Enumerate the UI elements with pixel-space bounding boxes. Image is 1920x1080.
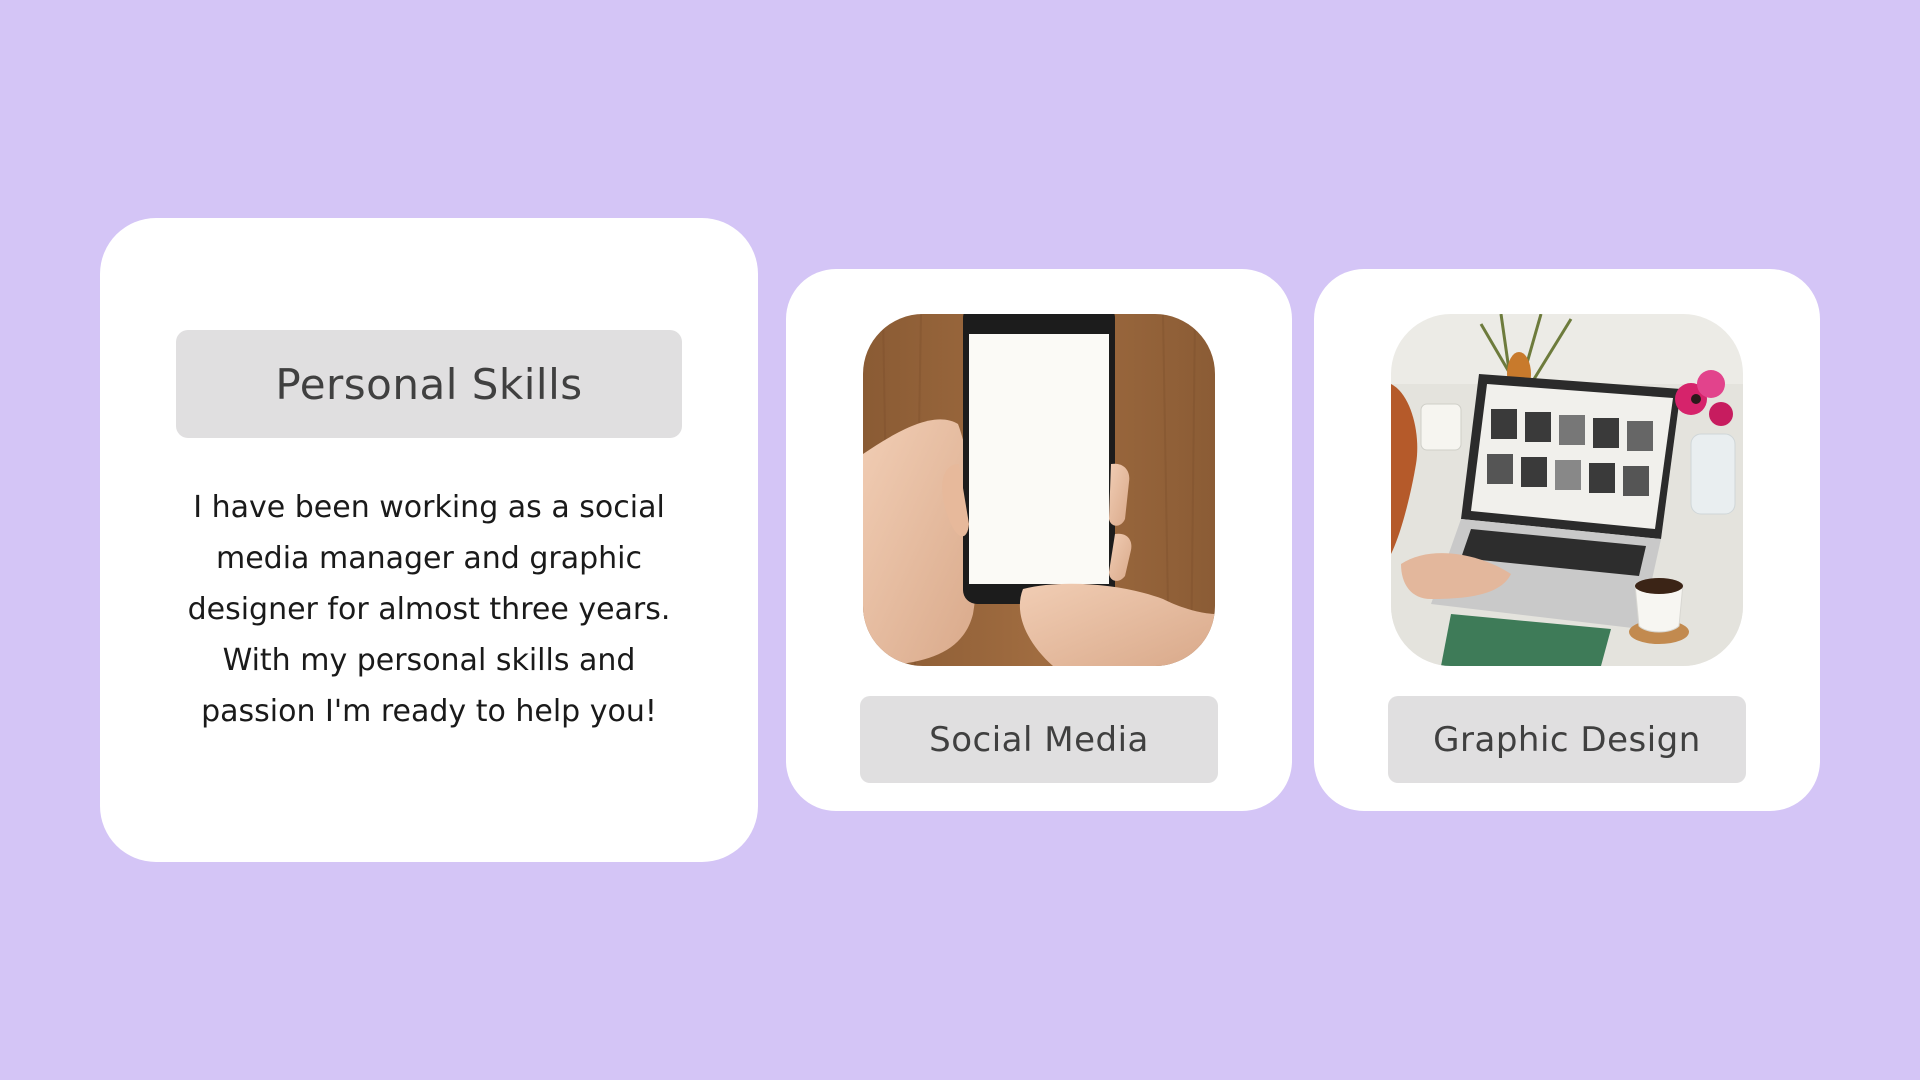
social-media-label: Social Media [860, 696, 1218, 783]
personal-skills-title: Personal Skills [176, 330, 682, 438]
personal-skills-card: Personal Skills I have been working as a… [100, 218, 758, 862]
smartphone-photo [863, 314, 1215, 666]
social-media-card: Social Media [786, 269, 1292, 811]
graphic-design-label: Graphic Design [1388, 696, 1746, 783]
graphic-design-card: Graphic Design [1314, 269, 1820, 811]
personal-skills-description: I have been working as a social media ma… [187, 490, 671, 729]
laptop-photo [1391, 314, 1743, 666]
